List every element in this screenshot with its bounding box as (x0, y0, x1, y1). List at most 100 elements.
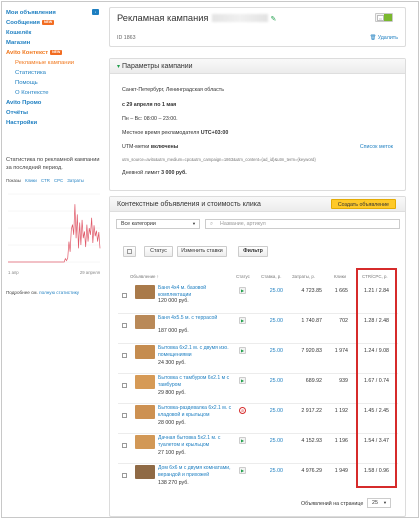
ad-clicks: 1 949 (334, 468, 348, 474)
stats-tab-ctr[interactable]: CTR (41, 178, 50, 183)
col-status[interactable]: Статус (236, 274, 250, 279)
param-limit: Дневной лимит 3 000 руб. (122, 170, 187, 176)
sidebar-item-5[interactable]: Рекламные кампании (6, 58, 102, 68)
play-icon[interactable]: ▶ (239, 317, 246, 324)
create-ad-button[interactable]: Создать объявление (330, 199, 396, 209)
chevron-down-icon: ▼ (383, 500, 387, 505)
sidebar-item-7[interactable]: Помощь (6, 78, 102, 88)
sidebar-item-11[interactable]: Настройки (6, 118, 102, 128)
sidebar-item-6[interactable]: Статистика (6, 68, 102, 78)
play-icon[interactable]: ▶ (239, 377, 246, 384)
param-limit-label: Дневной лимит (122, 170, 160, 176)
stats-tab-impressions[interactable]: Показы (6, 178, 21, 183)
ad-name-link[interactable]: Дом 6х6 м с двумя комнатами, верандой и … (158, 465, 232, 479)
ad-name-link[interactable]: Бытовка-раздевалка 6х2.1 м. с кладовой и… (158, 405, 232, 419)
filter-button[interactable]: Фильтр (238, 246, 268, 257)
sidebar-item-label: Кошелёк (6, 30, 32, 36)
campaign-params-card: ▾ Параметры кампании Санкт-Петербург, Лен… (109, 58, 406, 191)
ad-thumbnail[interactable] (135, 375, 155, 389)
play-icon[interactable]: ▶ (239, 467, 246, 474)
row-checkbox[interactable] (122, 443, 127, 448)
ad-price: 27 100 руб. (158, 450, 186, 456)
ad-rate[interactable]: 25.00 (256, 318, 283, 324)
ad-name-link[interactable]: Дачная бытовка 5х2.1 м. с туалетом и кры… (158, 435, 232, 449)
col-clicks[interactable]: Клики (334, 274, 346, 279)
chart-x-end-label: 29 апреля (80, 270, 101, 275)
row-checkbox[interactable] (122, 413, 127, 418)
param-utm-string: utm_source=avito&utm_medium=cpc&utm_camp… (122, 157, 316, 162)
search-icon: ⌕ (210, 221, 214, 227)
sidebar-item-0[interactable]: Мои объявления (6, 8, 102, 18)
keys-list-link[interactable]: Список меток (360, 144, 393, 150)
category-select-value: Все категории (121, 221, 156, 227)
ad-name-link[interactable]: Баня 4х5.5 м. с террасой (158, 315, 232, 322)
col-rate[interactable]: Ставка, р. (261, 274, 281, 279)
ad-thumbnail[interactable] (135, 465, 155, 479)
per-page-select[interactable]: 25 ▼ (367, 498, 391, 508)
ad-thumbnail[interactable] (135, 345, 155, 359)
ad-thumbnail[interactable] (135, 315, 155, 329)
ad-thumbnail[interactable] (135, 405, 155, 419)
new-badge: NEW (41, 20, 55, 25)
row-checkbox[interactable] (122, 353, 127, 358)
ad-spend: 1 740.87 (301, 318, 322, 324)
ad-rate[interactable]: 25.00 (256, 408, 283, 414)
ad-name-link[interactable]: Баня 4х4 м. базовой комплектации (158, 285, 232, 299)
col-ad[interactable]: Объявление ↑ (130, 274, 159, 279)
ad-thumbnail[interactable] (135, 285, 155, 299)
chart-x-start-label: 1 апр (8, 270, 19, 275)
play-icon[interactable]: ▶ (239, 437, 246, 444)
params-header[interactable]: ▾ Параметры кампании (110, 59, 405, 74)
stats-tab-cpc[interactable]: CPC (54, 178, 63, 183)
stats-mini-chart: 1 апр 29 апреля (8, 193, 101, 275)
ad-clicks: 1 192 (334, 408, 348, 414)
sidebar-item-8[interactable]: О Контексте (6, 88, 102, 98)
sidebar-item-label: Помощь (15, 80, 38, 86)
ad-rate[interactable]: 25.00 (256, 378, 283, 384)
full-stats-link-line: Подробнее см. полную статистику (6, 290, 79, 295)
row-checkbox[interactable] (122, 473, 127, 478)
stop-icon[interactable]: ⊘ (239, 407, 246, 414)
param-utm: UTM-метки включены (122, 144, 178, 150)
stats-tabs: Показы Клики CTR CPC Затраты (6, 178, 87, 183)
full-stats-link[interactable]: полную статистику (39, 290, 79, 295)
campaign-header-card: Рекламная кампания ✎ ID 1863 ıı 🗑 Удалить (109, 7, 406, 47)
sidebar-item-3[interactable]: Магазин (6, 38, 102, 48)
play-icon[interactable]: ▶ (239, 347, 246, 354)
param-limit-value: 3 000 руб. (161, 170, 187, 176)
edit-pencil-icon[interactable]: ✎ (270, 16, 276, 23)
sidebar-item-4[interactable]: Avito Контекст NEW (6, 48, 102, 58)
sidebar-item-1[interactable]: Сообщения NEW (6, 18, 102, 28)
stats-tab-clicks[interactable]: Клики (25, 178, 37, 183)
ad-rate[interactable]: 25.00 (256, 348, 283, 354)
change-rates-button[interactable]: Изменить ставки (177, 246, 227, 257)
status-button[interactable]: Статус (144, 246, 173, 257)
stats-tab-spend[interactable]: Затраты (67, 178, 84, 183)
delete-campaign-link[interactable]: 🗑 Удалить (370, 35, 398, 41)
sidebar-item-10[interactable]: Отчёты (6, 108, 102, 118)
ad-thumbnail[interactable] (135, 435, 155, 449)
category-select[interactable]: Все категории ▼ (116, 219, 200, 229)
ad-rate[interactable]: 25.00 (256, 438, 283, 444)
row-checkbox[interactable] (122, 383, 127, 388)
main-content: Рекламная кампания ✎ ID 1863 ıı 🗑 Удалить… (109, 7, 417, 517)
ad-price: 24 300 руб. (158, 360, 186, 366)
sidebar-item-2[interactable]: Кошелёк (6, 28, 102, 38)
ad-clicks: 939 (339, 378, 348, 384)
campaign-toggle[interactable]: ıı (375, 13, 393, 22)
row-checkbox[interactable] (122, 323, 127, 328)
ad-rate[interactable]: 25.00 (256, 288, 283, 294)
ad-name-link[interactable]: Бытовка 6х2.1 м. с двумя изо. помещениям… (158, 345, 232, 359)
col-spend[interactable]: Затраты, р. (292, 274, 315, 279)
ads-card: Контекстные объявления и стоимость клика… (109, 196, 406, 517)
ad-price: 120 000 руб. (158, 298, 189, 304)
ad-name-link[interactable]: Бытовка с тамбуром 6х2.1 м с тамбуром (158, 375, 232, 389)
select-all-button[interactable] (123, 246, 136, 257)
play-icon[interactable]: ▶ (239, 287, 246, 294)
ad-spend: 2 917.22 (301, 408, 322, 414)
row-checkbox[interactable] (122, 293, 127, 298)
ad-search-input[interactable]: ⌕ Название, артикул (205, 219, 400, 229)
sidebar-item-9[interactable]: Avito Промо (6, 98, 102, 108)
ad-clicks: 702 (339, 318, 348, 324)
ad-rate[interactable]: 25.00 (256, 468, 283, 474)
